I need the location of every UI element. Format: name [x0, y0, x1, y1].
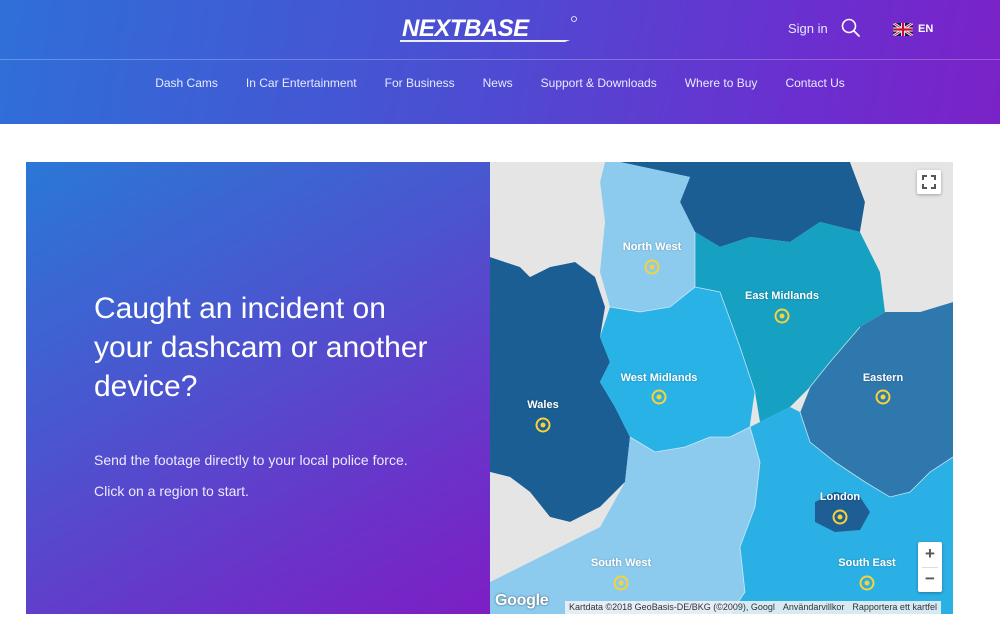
hero-instruction: Click on a region to start. — [94, 483, 249, 499]
region-label-north-west[interactable]: North West — [623, 241, 681, 253]
marker-eastern[interactable] — [875, 389, 891, 405]
hero-title: Caught an incident on your dashcam or an… — [94, 292, 428, 403]
nav-contact-us[interactable]: Contact Us — [785, 76, 844, 90]
region-label-eastern[interactable]: Eastern — [863, 372, 903, 384]
fullscreen-icon[interactable] — [917, 170, 941, 194]
hero-panel: Caught an incident on your dashcam or an… — [26, 162, 490, 614]
zoom-controls: + − — [918, 542, 942, 592]
marker-london[interactable] — [832, 509, 848, 525]
top-bar: NEXTBASE Sign in EN — [0, 0, 1000, 60]
zoom-divider — [922, 567, 938, 568]
sign-in-link[interactable]: Sign in — [788, 21, 828, 36]
search-icon[interactable] — [840, 17, 862, 39]
terms-link[interactable]: Användarvillkor — [783, 602, 845, 614]
marker-wales[interactable] — [535, 417, 551, 433]
marker-north-west[interactable] — [644, 259, 660, 275]
marker-south-west[interactable] — [613, 575, 629, 591]
nav-where-to-buy[interactable]: Where to Buy — [685, 76, 758, 90]
region-label-wales[interactable]: Wales — [527, 399, 558, 411]
nav-for-business[interactable]: For Business — [385, 76, 455, 90]
language-code: EN — [918, 23, 934, 35]
logo-text: NEXTBASE — [402, 15, 530, 42]
region-label-east-midlands[interactable]: East Midlands — [745, 290, 819, 302]
zoom-out-button[interactable]: − — [918, 567, 942, 592]
marker-south-east[interactable] — [859, 575, 875, 591]
region-north-west[interactable] — [600, 162, 695, 312]
region-label-south-west[interactable]: South West — [591, 557, 651, 569]
region-map[interactable]: North West East Midlands West Midlands E… — [490, 162, 953, 614]
main-nav: Dash Cams In Car Entertainment For Busin… — [0, 61, 1000, 105]
map-attribution: Kartdata ©2018 GeoBasis-DE/BKG (©2009), … — [565, 601, 941, 614]
zoom-in-button[interactable]: + — [918, 542, 942, 567]
marker-east-midlands[interactable] — [774, 308, 790, 324]
region-label-west-midlands[interactable]: West Midlands — [621, 372, 698, 384]
nav-in-car-entertainment[interactable]: In Car Entertainment — [246, 76, 357, 90]
map-canvas — [490, 162, 953, 614]
nav-dash-cams[interactable]: Dash Cams — [155, 76, 218, 90]
uk-flag-icon — [893, 22, 913, 36]
marker-west-midlands[interactable] — [651, 389, 667, 405]
language-selector[interactable]: EN — [893, 21, 933, 37]
report-error-link[interactable]: Rapportera ett kartfel — [852, 602, 937, 614]
site-header: NEXTBASE Sign in EN Dash Cams In Car Ent… — [0, 0, 1000, 124]
nav-support-downloads[interactable]: Support & Downloads — [541, 76, 657, 90]
region-label-south-east[interactable]: South East — [838, 557, 895, 569]
nextbase-logo-icon: NEXTBASE — [400, 15, 577, 42]
region-label-london[interactable]: London — [820, 491, 860, 503]
nextbase-logo[interactable]: NEXTBASE — [400, 14, 580, 44]
hero-description: Send the footage directly to your local … — [94, 452, 408, 468]
map-data-credit: Kartdata ©2018 GeoBasis-DE/BKG (©2009), … — [569, 602, 775, 612]
nav-news[interactable]: News — [483, 76, 513, 90]
google-logo[interactable]: Google — [495, 592, 549, 610]
